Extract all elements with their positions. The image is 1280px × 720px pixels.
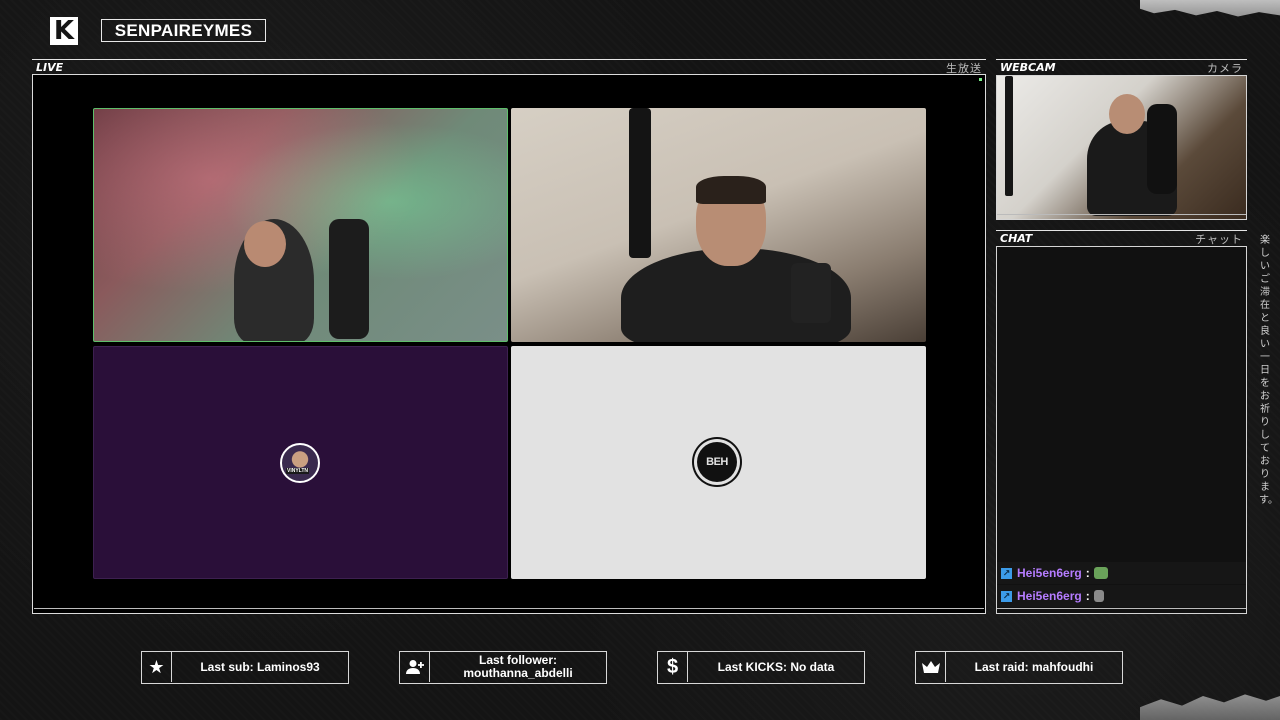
last-sub-text: Last sub: Laminos93 bbox=[200, 659, 320, 674]
microphone-arm bbox=[1005, 76, 1013, 196]
torn-tape-top bbox=[1140, 0, 1280, 17]
chat-jp-label: チャット bbox=[1195, 233, 1243, 246]
star-icon: ★ bbox=[142, 652, 172, 682]
kick-badge-icon: ↗ bbox=[1001, 590, 1012, 602]
chat-colon: : bbox=[1085, 566, 1090, 580]
last-sub-box: ★ Last sub: Laminos93 bbox=[141, 651, 349, 684]
vertical-japanese-note: 楽しいご滞在と良い一日をお祈りしております。 bbox=[1259, 235, 1278, 506]
channel-name-box: SENPAIREYMES bbox=[101, 19, 266, 42]
kick-logo-icon: K bbox=[50, 17, 78, 45]
webcam-feed[interactable] bbox=[996, 75, 1247, 220]
microphone-arm bbox=[629, 108, 651, 258]
last-kicks-box: $ Last KICKS: No data bbox=[657, 651, 865, 684]
last-raid-text: Last raid: mahfoudhi bbox=[974, 659, 1094, 674]
person-head bbox=[1109, 94, 1145, 134]
phone bbox=[791, 263, 831, 323]
channel-name: SENPAIREYMES bbox=[114, 20, 253, 40]
gaming-chair bbox=[329, 219, 369, 339]
torn-tape-bottom bbox=[1140, 694, 1280, 720]
live-indicator bbox=[979, 78, 982, 81]
avatar-tag: VINYLTN bbox=[286, 468, 310, 474]
video-tile-3[interactable]: VINYLTN bbox=[93, 346, 508, 579]
person-head bbox=[244, 221, 286, 267]
last-follower-box: Last follower: mouthanna_abdelli bbox=[399, 651, 607, 684]
kick-badge-icon: ↗ bbox=[1001, 567, 1012, 579]
live-frame: VINYLTN BEH bbox=[32, 74, 986, 614]
webcam-title: WEBCAM bbox=[1000, 61, 1056, 74]
user-add-icon bbox=[400, 652, 430, 682]
dollar-icon: $ bbox=[658, 652, 688, 682]
video-tile-4[interactable]: BEH bbox=[511, 346, 926, 579]
pepe-emote-icon bbox=[1093, 567, 1108, 579]
last-kicks-text: Last KICKS: No data bbox=[717, 659, 835, 674]
beh-logo-icon: BEH bbox=[697, 442, 737, 482]
chat-box[interactable]: ↗ Hei5en6erg : ↗ Hei5en6erg : bbox=[996, 246, 1247, 614]
emote-icon bbox=[1093, 590, 1104, 602]
user-add-icon-svg bbox=[405, 660, 424, 674]
live-header: LIVE 生放送 bbox=[32, 59, 986, 75]
chat-username[interactable]: Hei5en6erg bbox=[1017, 566, 1082, 580]
chat-message: ↗ Hei5en6erg : bbox=[997, 585, 1246, 607]
person-hair bbox=[696, 176, 766, 204]
participant-avatar: VINYLTN bbox=[280, 443, 320, 483]
last-follower-text: Last follower: mouthanna_abdelli bbox=[463, 653, 573, 680]
chat-title: CHAT bbox=[1000, 232, 1033, 245]
beh-logo-text: BEH bbox=[706, 456, 728, 468]
video-tile-1[interactable] bbox=[93, 108, 508, 342]
chat-message: ↗ Hei5en6erg : bbox=[997, 562, 1246, 584]
last-raid-box: Last raid: mahfoudhi bbox=[915, 651, 1123, 684]
chat-header: CHAT チャット bbox=[996, 230, 1247, 246]
gaming-chair bbox=[1147, 104, 1177, 194]
webcam-jp-label: カメラ bbox=[1207, 62, 1243, 75]
chat-message-list: ↗ Hei5en6erg : ↗ Hei5en6erg : bbox=[997, 561, 1246, 607]
crown-icon bbox=[916, 652, 946, 682]
crown-icon-svg bbox=[921, 661, 940, 673]
video-tile-2[interactable] bbox=[511, 108, 926, 342]
live-title: LIVE bbox=[36, 61, 64, 74]
chat-username[interactable]: Hei5en6erg bbox=[1017, 589, 1082, 603]
webcam-header: WEBCAM カメラ bbox=[996, 59, 1247, 75]
chat-colon: : bbox=[1085, 589, 1090, 603]
